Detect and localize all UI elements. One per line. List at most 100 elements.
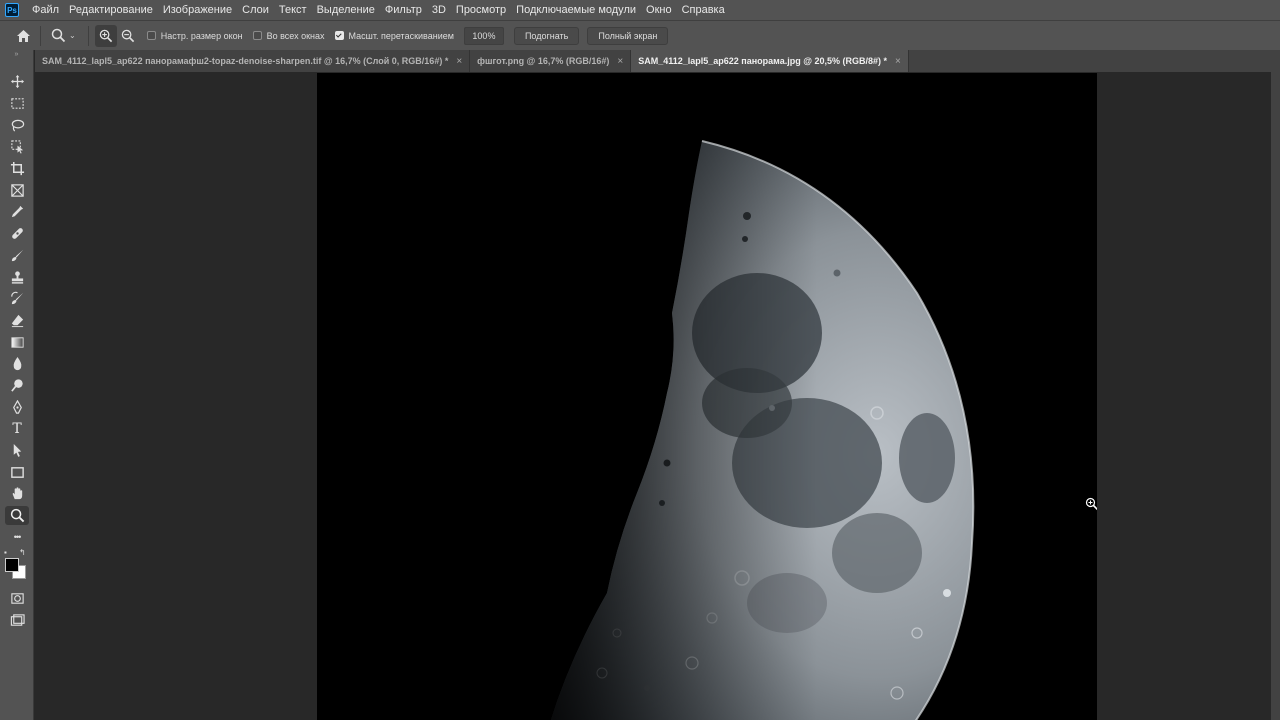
menu-window[interactable]: Окно — [641, 0, 677, 20]
blur-tool[interactable] — [0, 353, 34, 375]
scrubby-zoom-label: Масшт. перетаскиванием — [348, 30, 454, 41]
path-select-icon — [13, 443, 21, 457]
checkbox-box-checked[interactable] — [334, 31, 344, 40]
zoom-icon[interactable] — [47, 25, 69, 47]
tab-document-2[interactable]: фшгот.png @ 16,7% (RGB/16#) × — [470, 50, 632, 72]
checkbox-box[interactable] — [252, 31, 262, 40]
all-windows-label: Во всех окнах — [266, 30, 325, 41]
lasso-icon — [11, 119, 24, 132]
move-tool[interactable] — [0, 71, 34, 93]
path-select-tool[interactable] — [0, 440, 34, 462]
resize-windows-label: Настр. размер окон — [160, 30, 243, 41]
all-windows-checkbox[interactable]: Во всех окнах — [252, 30, 325, 41]
resize-windows-checkbox[interactable]: Настр. размер окон — [146, 30, 243, 41]
healing-tool[interactable] — [0, 223, 34, 245]
panel-grip-icon[interactable]: » — [0, 50, 33, 58]
eyedropper-icon — [11, 206, 23, 218]
stamp-tool[interactable] — [0, 266, 34, 288]
divider — [40, 25, 41, 46]
fill-screen-button[interactable]: Полный экран — [587, 26, 669, 45]
marquee-tool[interactable] — [0, 93, 34, 115]
history-brush-icon — [10, 292, 23, 305]
dodge-tool[interactable] — [0, 375, 34, 397]
zoom-icon — [10, 508, 24, 523]
more-icon: ••• — [13, 532, 22, 543]
rectangle-tool[interactable] — [0, 461, 34, 483]
menu-help[interactable]: Справка — [677, 0, 730, 20]
options-bar: ⌄ Настр. размер окон Во всех окнах Масшт… — [0, 20, 1280, 50]
crop-tool[interactable] — [0, 158, 34, 180]
crop-icon — [10, 162, 24, 176]
default-colors-icon[interactable]: ▪ — [4, 548, 7, 557]
frame-icon — [10, 184, 24, 197]
document-tabs: SAM_4112_lapl5_ap622 панорамафш2-topaz-d… — [35, 50, 1271, 72]
eraser-tool[interactable] — [0, 310, 34, 332]
menu-layers[interactable]: Слои — [237, 0, 274, 20]
close-icon[interactable]: × — [617, 56, 623, 67]
photoshop-logo[interactable]: Ps — [5, 3, 19, 17]
menu-bar: Ps Файл Редактирование Изображение Слои … — [0, 0, 1280, 20]
more-tools[interactable]: ••• — [0, 526, 34, 548]
tab-title: фшгот.png @ 16,7% (RGB/16#) — [477, 56, 610, 66]
quick-mask-button[interactable] — [0, 588, 34, 610]
frame-tool[interactable] — [0, 179, 34, 201]
menu-plugins[interactable]: Подключаемые модули — [511, 0, 641, 20]
zoom-in-icon[interactable] — [94, 24, 117, 47]
rectangle-icon — [10, 466, 24, 478]
object-select-tool[interactable] — [0, 136, 34, 158]
menu-file[interactable]: Файл — [27, 0, 64, 20]
zoom-value-field[interactable]: 100% — [463, 26, 504, 45]
blur-icon — [13, 357, 21, 371]
swap-colors-icon[interactable]: ↰ — [19, 548, 26, 557]
tab-document-1[interactable]: SAM_4112_lapl5_ap622 панорамафш2-topaz-d… — [35, 50, 471, 72]
screen-mode-button[interactable] — [0, 610, 34, 632]
panel-gutter — [1271, 50, 1280, 720]
tab-title: SAM_4112_lapl5_ap622 панорамафш2-topaz-d… — [42, 56, 449, 66]
close-icon[interactable]: × — [895, 56, 901, 67]
color-swatches: ▪ ↰ — [0, 548, 34, 588]
moon-image — [317, 73, 1097, 720]
history-brush-tool[interactable] — [0, 288, 34, 310]
gradient-icon — [10, 336, 24, 348]
checkbox-box[interactable] — [146, 31, 156, 40]
menu-view[interactable]: Просмотр — [451, 0, 511, 20]
tab-document-3[interactable]: SAM_4112_lapl5_ap622 панорама.jpg @ 20,5… — [631, 50, 909, 72]
tab-title: SAM_4112_lapl5_ap622 панорама.jpg @ 20,5… — [638, 56, 888, 66]
close-icon[interactable]: × — [456, 56, 462, 67]
fit-screen-button[interactable]: Подогнать — [513, 26, 580, 45]
screen-mode-icon — [10, 614, 25, 626]
menu-image[interactable]: Изображение — [158, 0, 237, 20]
hand-tool[interactable] — [0, 483, 34, 505]
gradient-tool[interactable] — [0, 331, 34, 353]
hand-icon — [12, 487, 22, 500]
document-canvas[interactable] — [317, 73, 1097, 720]
divider — [87, 25, 89, 46]
zoom-out-icon[interactable] — [117, 25, 139, 47]
lasso-tool[interactable] — [0, 114, 34, 136]
chevron-down-icon[interactable]: ⌄ — [69, 31, 76, 40]
marquee-icon — [10, 98, 24, 109]
eraser-icon — [11, 314, 23, 327]
menu-type[interactable]: Текст — [274, 0, 312, 20]
brush-tool[interactable] — [0, 245, 34, 267]
eyedropper-tool[interactable] — [0, 201, 34, 223]
foreground-color[interactable] — [5, 558, 19, 573]
stamp-icon — [11, 270, 23, 284]
pen-icon — [12, 399, 22, 414]
tools-panel: » T ••• ▪ ↰ — [0, 50, 34, 720]
type-icon: T — [12, 420, 22, 437]
canvas-workspace[interactable] — [35, 72, 1271, 720]
menu-3d[interactable]: 3D — [427, 0, 451, 20]
pen-tool[interactable] — [0, 396, 34, 418]
menu-edit[interactable]: Редактирование — [64, 0, 158, 20]
dodge-icon — [10, 379, 23, 392]
brush-icon — [11, 249, 23, 261]
zoom-tool[interactable] — [0, 505, 34, 527]
menu-select[interactable]: Выделение — [312, 0, 380, 20]
scrubby-zoom-checkbox[interactable]: Масшт. перетаскиванием — [334, 30, 454, 41]
zoom-cursor-icon — [1085, 497, 1097, 511]
menu-filter[interactable]: Фильтр — [380, 0, 427, 20]
type-tool[interactable]: T — [0, 418, 34, 440]
home-icon[interactable] — [12, 25, 34, 47]
quick-mask-icon — [10, 593, 24, 605]
